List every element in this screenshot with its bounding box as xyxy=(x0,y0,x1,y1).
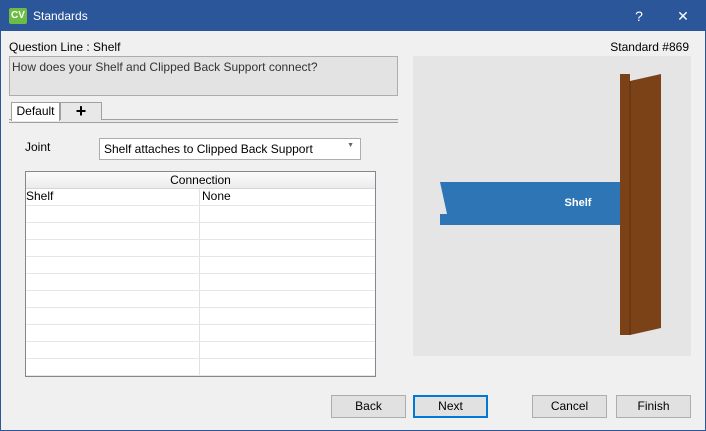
grid-cell-component[interactable] xyxy=(26,308,200,324)
joint-preview: Shelf xyxy=(413,56,691,356)
grid-cell-connection[interactable] xyxy=(200,291,375,307)
standards-dialog: CV Standards ? ✕ Question Line : Shelf S… xyxy=(0,0,706,431)
standard-number-label: Standard #869 xyxy=(610,40,689,54)
table-row[interactable] xyxy=(26,291,375,308)
grid-cell-connection[interactable] xyxy=(200,308,375,324)
grid-cell-connection[interactable] xyxy=(200,206,375,222)
grid-cell-component[interactable] xyxy=(26,257,200,273)
back-button[interactable]: Back xyxy=(331,395,406,418)
grid-cell-connection[interactable] xyxy=(200,240,375,256)
tab-default[interactable]: Default xyxy=(11,102,60,121)
table-row[interactable] xyxy=(26,359,375,376)
question-text-box[interactable]: How does your Shelf and Clipped Back Sup… xyxy=(9,56,398,96)
grid-cell-component[interactable] xyxy=(26,240,200,256)
grid-cell-component[interactable] xyxy=(26,342,200,358)
shelf-shape xyxy=(440,182,627,225)
grid-cell-component[interactable] xyxy=(26,291,200,307)
joint-label: Joint xyxy=(25,140,51,154)
grid-cell-component[interactable] xyxy=(26,359,200,375)
joint-illustration: Shelf xyxy=(440,74,661,335)
grid-body: Shelf None xyxy=(26,189,375,376)
add-tab-button[interactable]: + xyxy=(60,102,102,120)
table-row[interactable] xyxy=(26,325,375,342)
table-row[interactable] xyxy=(26,342,375,359)
joint-select-value: Shelf attaches to Clipped Back Support xyxy=(104,142,313,156)
close-icon: ✕ xyxy=(677,8,689,24)
table-row[interactable]: Shelf None xyxy=(26,189,375,206)
shelf-label: Shelf xyxy=(565,197,592,209)
grid-cell-component[interactable]: Shelf xyxy=(26,189,200,205)
grid-cell-connection[interactable] xyxy=(200,342,375,358)
connection-grid[interactable]: Connection Shelf None xyxy=(25,171,376,377)
grid-cell-connection[interactable] xyxy=(200,223,375,239)
table-row[interactable] xyxy=(26,274,375,291)
window-title: Standards xyxy=(33,9,88,23)
grid-header-connection: Connection xyxy=(26,172,375,189)
grid-cell-connection[interactable] xyxy=(200,257,375,273)
plus-icon: + xyxy=(75,101,87,121)
help-button[interactable]: ? xyxy=(617,1,661,31)
grid-cell-component[interactable] xyxy=(26,206,200,222)
grid-cell-connection[interactable] xyxy=(200,274,375,290)
chevron-down-icon: ▼ xyxy=(347,142,354,149)
joint-select[interactable]: Shelf attaches to Clipped Back Support ▼ xyxy=(99,138,361,160)
finish-button[interactable]: Finish xyxy=(616,395,691,418)
table-row[interactable] xyxy=(26,206,375,223)
grid-cell-component[interactable] xyxy=(26,325,200,341)
table-row[interactable] xyxy=(26,257,375,274)
table-row[interactable] xyxy=(26,308,375,325)
next-button[interactable]: Next xyxy=(413,395,488,418)
question-line-label: Question Line : Shelf xyxy=(9,40,121,54)
grid-cell-component[interactable] xyxy=(26,274,200,290)
grid-cell-connection[interactable] xyxy=(200,325,375,341)
app-icon: CV xyxy=(9,8,27,24)
title-bar[interactable]: CV Standards ? ✕ xyxy=(1,1,705,31)
grid-cell-connection[interactable] xyxy=(200,359,375,375)
cancel-button[interactable]: Cancel xyxy=(532,395,607,418)
help-icon: ? xyxy=(635,8,643,24)
table-row[interactable] xyxy=(26,223,375,240)
table-row[interactable] xyxy=(26,240,375,257)
back-support-shape xyxy=(620,74,661,335)
grid-cell-component[interactable] xyxy=(26,223,200,239)
grid-cell-connection[interactable]: None xyxy=(200,189,375,205)
close-button[interactable]: ✕ xyxy=(661,1,705,31)
